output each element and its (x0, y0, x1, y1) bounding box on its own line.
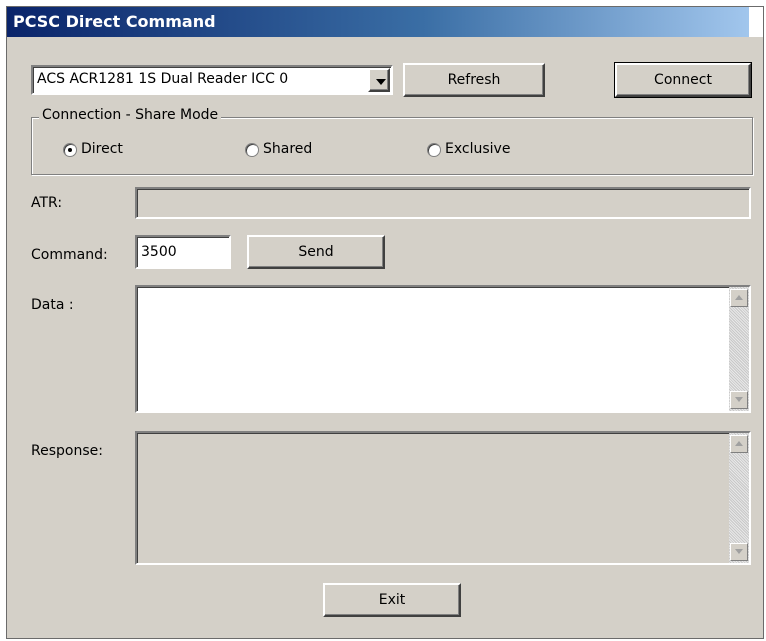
reader-select-value: ACS ACR1281 1S Dual Reader ICC 0 (37, 71, 289, 87)
command-label: Command: (31, 247, 108, 263)
scroll-up-icon[interactable] (730, 289, 748, 307)
exit-button[interactable]: Exit (323, 583, 461, 617)
share-mode-group (31, 117, 753, 175)
scroll-down-icon[interactable] (730, 391, 748, 409)
window-title: PCSC Direct Command (13, 12, 216, 31)
scroll-up-icon[interactable] (730, 435, 748, 453)
reader-select[interactable]: ACS ACR1281 1S Dual Reader ICC 0 (31, 65, 393, 95)
data-textarea[interactable] (135, 285, 751, 413)
send-button[interactable]: Send (247, 235, 385, 269)
radio-direct-label: Direct (81, 141, 123, 157)
chevron-down-icon[interactable] (368, 68, 390, 92)
refresh-button[interactable]: Refresh (403, 63, 545, 97)
radio-shared-label: Shared (263, 141, 313, 157)
scroll-down-icon[interactable] (730, 543, 748, 561)
connect-button[interactable]: Connect (614, 62, 752, 98)
data-label: Data : (31, 297, 74, 313)
response-label: Response: (31, 443, 103, 459)
radio-exclusive-label: Exclusive (445, 141, 511, 157)
command-input[interactable]: 3500 (135, 235, 231, 269)
title-bar: PCSC Direct Command (7, 7, 763, 37)
radio-button-icon[interactable] (245, 143, 259, 157)
radio-button-icon[interactable] (63, 143, 77, 157)
data-scrollbar[interactable] (729, 287, 749, 411)
pcsc-direct-command-window: PCSC Direct Command ACS ACR1281 1S Dual … (6, 6, 764, 639)
atr-field[interactable] (135, 187, 751, 219)
title-bar-edge (749, 7, 763, 37)
radio-selected-dot-icon (68, 148, 72, 152)
atr-label: ATR: (31, 195, 63, 211)
response-scrollbar[interactable] (729, 433, 749, 563)
share-mode-legend: Connection - Share Mode (39, 107, 222, 123)
response-textarea[interactable] (135, 431, 751, 565)
radio-button-icon[interactable] (427, 143, 441, 157)
command-value: 3500 (141, 244, 177, 260)
